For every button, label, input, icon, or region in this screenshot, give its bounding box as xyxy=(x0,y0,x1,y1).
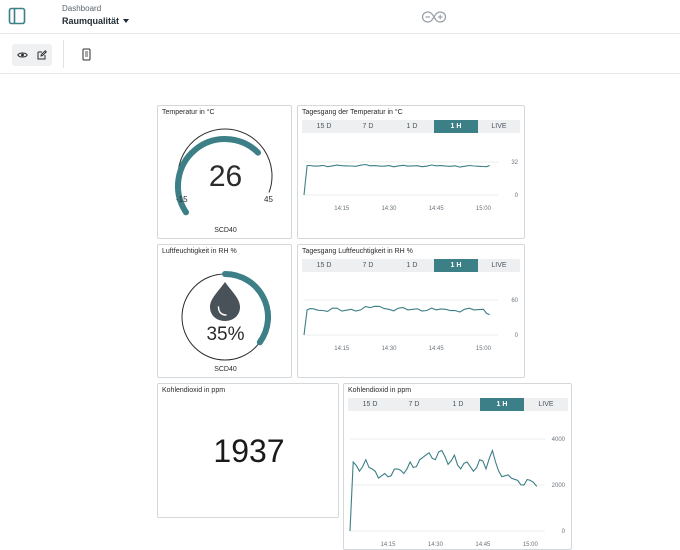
x-tick-label: 15:00 xyxy=(476,346,492,352)
eye-icon xyxy=(16,52,28,58)
series-line xyxy=(303,163,490,196)
gauge-max-label: 45 xyxy=(264,195,273,204)
series-line xyxy=(349,448,538,532)
sensor-label: SCD40 xyxy=(214,366,237,373)
top-bar: Dashboard Raumqualität xyxy=(0,0,680,34)
y-tick-label: 4000 xyxy=(552,437,566,443)
y-tick-label: 60 xyxy=(511,298,518,304)
widget-title: Tagesgang der Temperatur in °C xyxy=(302,109,403,116)
humidity-gauge xyxy=(181,271,272,361)
y-tick-label: 0 xyxy=(515,333,519,339)
humidity-chart-widget[interactable]: Tagesgang Luftfeuchtigkeit in RH % 15 D … xyxy=(297,244,525,378)
view-mode-button[interactable] xyxy=(12,44,32,66)
toolbar-divider xyxy=(63,40,64,68)
breadcrumb[interactable]: Dashboard xyxy=(62,4,101,13)
x-tick-label: 14:30 xyxy=(381,346,397,352)
sensor-label: SCD40 xyxy=(214,227,237,234)
gauge-min-label: -15 xyxy=(176,195,188,204)
gauge-value: 35% xyxy=(206,324,245,345)
co2-chart-widget[interactable]: Kohlendioxid in ppm 15 D 7 D 1 D 1 H LIV… xyxy=(343,383,572,550)
widget-title: Kohlendioxid in ppm xyxy=(162,387,226,394)
x-tick-label: 15:00 xyxy=(523,542,539,548)
chevron-down-icon xyxy=(123,19,130,23)
humidity-line-chart: 0 60 14:15 14:30 14:45 15:00 xyxy=(303,298,519,352)
x-tick-label: 14:45 xyxy=(429,346,445,352)
dashboard-title: Raumqualität xyxy=(62,16,120,26)
sidebar-toggle-icon[interactable] xyxy=(8,7,26,25)
x-tick-label: 14:15 xyxy=(380,542,396,548)
dashboard-selector[interactable]: Raumqualität xyxy=(62,16,130,26)
x-tick-label: 14:30 xyxy=(381,206,397,212)
temperature-chart-widget[interactable]: Tagesgang der Temperatur in °C 15 D 7 D … xyxy=(297,105,525,239)
x-tick-label: 14:15 xyxy=(334,346,350,352)
y-tick-label: 2000 xyxy=(552,483,566,489)
co2-value-widget[interactable]: Kohlendioxid in ppm 1937 xyxy=(157,383,339,518)
edit-mode-button[interactable] xyxy=(32,44,52,66)
x-tick-label: 14:45 xyxy=(429,206,445,212)
phone-icon xyxy=(82,48,90,60)
mode-switch xyxy=(12,44,52,66)
humidity-gauge-widget[interactable]: Luftfeuchtigkeit in RH % 35% SCD40 xyxy=(157,244,292,378)
arduino-logo-icon xyxy=(421,11,447,23)
x-tick-label: 14:45 xyxy=(475,542,491,548)
x-tick-label: 15:00 xyxy=(476,206,492,212)
widget-title: Kohlendioxid in ppm xyxy=(348,387,412,394)
gauge-value: 26 xyxy=(208,160,243,193)
edit-icon xyxy=(37,50,47,60)
mobile-view-button[interactable] xyxy=(78,45,94,63)
co2-value: 1937 xyxy=(213,433,285,469)
y-tick-label: 32 xyxy=(511,160,518,166)
widget-title: Tagesgang Luftfeuchtigkeit in RH % xyxy=(302,248,413,255)
y-tick-label: 0 xyxy=(515,193,519,199)
y-tick-label: 0 xyxy=(562,529,566,535)
series-line xyxy=(303,305,490,336)
toolbar xyxy=(0,34,680,74)
temperature-gauge-widget[interactable]: Temperatur in °C 26 -15 45 SCD40 xyxy=(157,105,292,239)
x-tick-label: 14:15 xyxy=(334,206,350,212)
x-tick-label: 14:30 xyxy=(428,542,444,548)
co2-line-chart: 0 2000 4000 14:15 14:30 14:45 15:00 xyxy=(349,437,566,548)
temperature-line-chart: 0 32 14:15 14:30 14:45 15:00 xyxy=(303,160,519,212)
